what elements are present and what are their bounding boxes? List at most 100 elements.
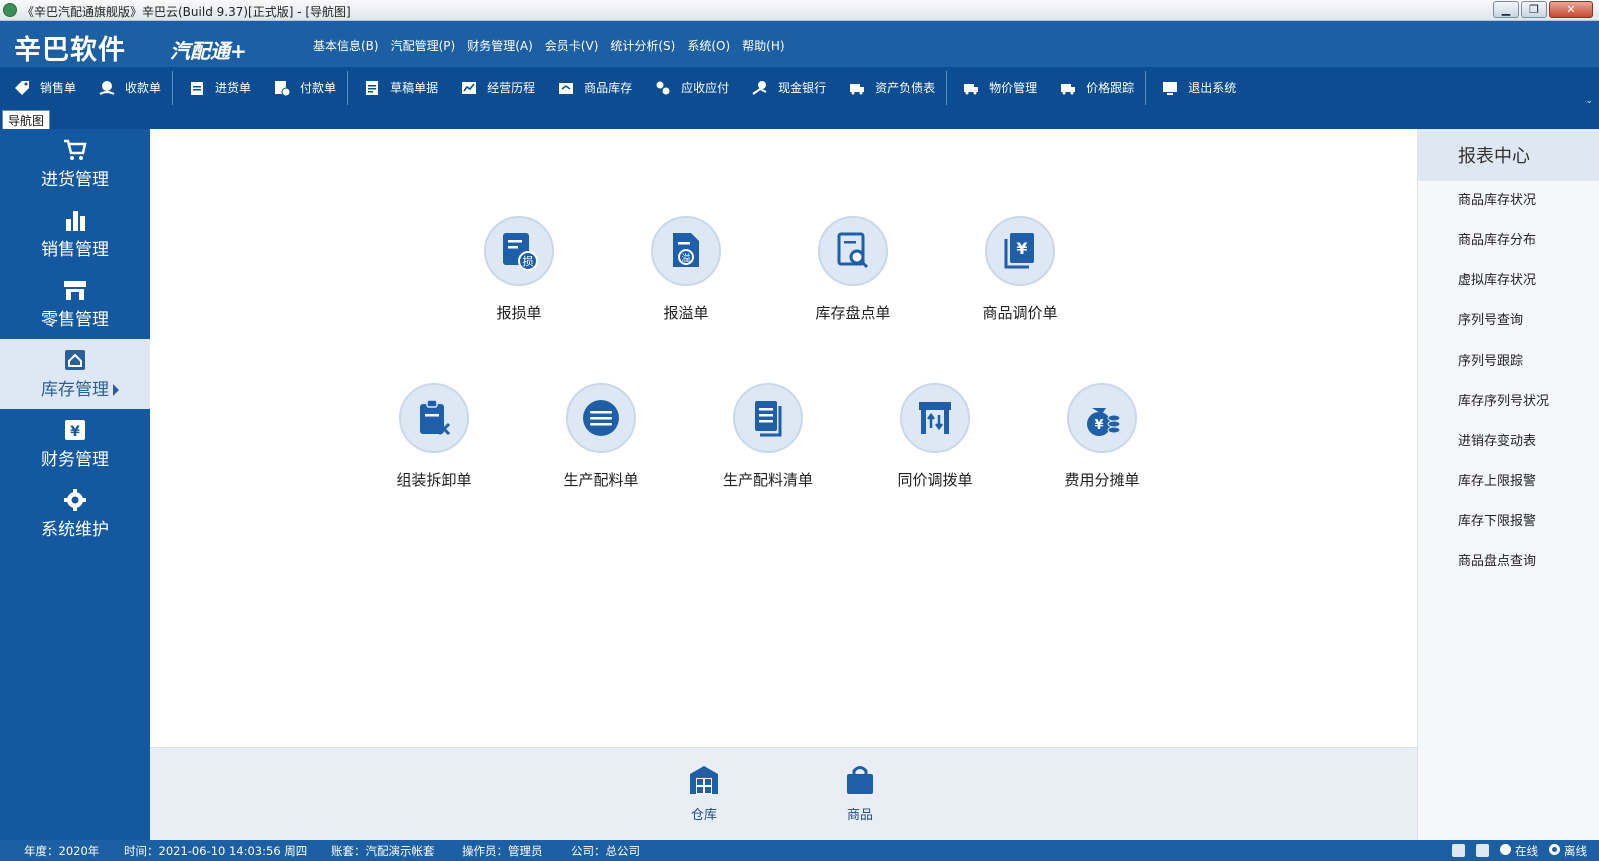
report-link[interactable]: 库存下限报警: [1458, 510, 1536, 529]
dock-warehouse[interactable]: 仓库: [674, 764, 734, 823]
production-material-icon: [566, 383, 636, 453]
dock-product[interactable]: 商品: [830, 764, 890, 823]
bar-chart-icon: [66, 210, 85, 231]
menu-system[interactable]: 系统(O): [687, 37, 730, 54]
toolbar-exit[interactable]: 退出系统: [1148, 67, 1245, 108]
report-link[interactable]: 序列号查询: [1458, 309, 1523, 328]
warehouse-icon: [690, 766, 718, 794]
online-radio-icon[interactable]: [1500, 844, 1511, 855]
monitor-icon: [1163, 81, 1178, 95]
report-link[interactable]: 商品库存状况: [1458, 189, 1536, 208]
toolbar-business-history[interactable]: 经营历程: [447, 67, 544, 108]
toolbar-inventory[interactable]: 商品库存: [544, 67, 641, 108]
func-production-list[interactable]: 生产配料清单: [703, 383, 833, 490]
svg-text:¥: ¥: [70, 424, 80, 440]
close-button[interactable]: ✕: [1549, 1, 1593, 18]
lock-icon[interactable]: [1476, 844, 1489, 857]
status-year: 年度：2020年: [24, 844, 100, 858]
toolbar-purchase-order[interactable]: 进货单: [175, 67, 260, 108]
func-loss-report[interactable]: 损 报损单: [454, 216, 584, 323]
sidebar-label: 系统维护: [41, 519, 109, 540]
status-online: 在线: [1515, 844, 1538, 858]
sidebar-item-inventory[interactable]: 库存管理: [0, 339, 150, 409]
toolbar-payment[interactable]: 付款单: [260, 67, 345, 108]
toolbar-separator: [946, 70, 948, 105]
menu-statistics[interactable]: 统计分析(S): [610, 37, 675, 54]
toolbar-cash-bank[interactable]: 现金银行: [738, 67, 835, 108]
sidebar-label: 销售管理: [41, 239, 109, 260]
money-bag-icon: ¥: [1067, 383, 1137, 453]
toolbar-receipt[interactable]: 收款单: [85, 67, 170, 108]
svg-text:溢: 溢: [681, 252, 690, 264]
toolbar-separator: [347, 70, 349, 105]
shopping-bag-icon: [847, 766, 873, 794]
func-label: 同价调拨单: [897, 471, 973, 489]
gear-icon: [64, 488, 86, 511]
toolbar-price-tracking[interactable]: 价格跟踪: [1046, 67, 1143, 108]
sidebar: 进货管理 销售管理 零售管理 库存管理 ¥ 财务管理 系统维护: [0, 129, 150, 840]
toolbar-overflow-icon[interactable]: ⌄: [1585, 96, 1593, 106]
sidebar-item-finance[interactable]: ¥ 财务管理: [0, 409, 150, 479]
menu-finance[interactable]: 财务管理(A): [467, 37, 533, 54]
report-link[interactable]: 虚拟库存状况: [1458, 269, 1536, 288]
clipboard-icon: [191, 81, 204, 95]
tab-strip: 导航图: [0, 108, 1599, 129]
func-production-material[interactable]: 生产配料单: [536, 383, 666, 490]
sidebar-item-retail[interactable]: 零售管理: [0, 269, 150, 339]
sidebar-label: 库存管理: [41, 379, 109, 400]
sidebar-item-purchase[interactable]: 进货管理: [0, 129, 150, 199]
func-stocktake[interactable]: 库存盘点单: [788, 216, 918, 323]
yuan-icon: ¥: [65, 419, 85, 440]
svg-text:¥: ¥: [1016, 239, 1027, 258]
report-link[interactable]: 库存序列号状况: [1458, 390, 1549, 409]
restore-button[interactable]: ❐: [1521, 1, 1547, 18]
toolbar-receivable-payable[interactable]: 应收应付: [641, 67, 738, 108]
status-company: 公司：总公司: [571, 844, 640, 858]
menu-help[interactable]: 帮助(H): [742, 37, 784, 54]
func-label: 生产配料单: [563, 471, 639, 489]
toolbar-label: 经营历程: [487, 81, 536, 95]
report-link[interactable]: 库存上限报警: [1458, 470, 1536, 489]
minimize-button[interactable]: ▁: [1493, 1, 1519, 18]
func-expense-allocation[interactable]: ¥ 费用分摊单: [1037, 383, 1167, 490]
report-center-panel: 报表中心 商品库存状况 商品库存分布 虚拟库存状况 序列号查询 序列号跟踪 库存…: [1417, 129, 1599, 840]
func-label: 费用分摊单: [1064, 471, 1140, 489]
tag-icon: [15, 80, 29, 95]
func-overflow-report[interactable]: 溢 报溢单: [621, 216, 751, 323]
func-assembly[interactable]: 组装拆卸单: [369, 383, 499, 490]
func-label: 库存盘点单: [815, 304, 891, 322]
title-bar: 《辛巴汽配通旗舰版》辛巴云(Build 9.37)[正式版] - [导航图] ▁…: [0, 0, 1599, 21]
cart-icon: [64, 139, 87, 160]
trend-chart-icon: [462, 81, 477, 94]
menu-parts-management[interactable]: 汽配管理(P): [391, 37, 456, 54]
func-price-adjust[interactable]: ¥ 商品调价单: [955, 216, 1085, 323]
func-label: 生产配料清单: [722, 471, 813, 489]
toolbar-label: 物价管理: [989, 81, 1038, 95]
func-label: 组装拆卸单: [396, 471, 472, 489]
offline-radio-icon[interactable]: [1549, 844, 1560, 855]
report-center-title: 报表中心: [1418, 129, 1599, 181]
printer-icon[interactable]: [1452, 844, 1465, 857]
toolbar-label: 收款单: [125, 81, 162, 95]
sidebar-item-sales[interactable]: 销售管理: [0, 199, 150, 269]
func-transfer[interactable]: 同价调拨单: [870, 383, 1000, 490]
tab-navigation-map[interactable]: 导航图: [2, 110, 50, 129]
price-truck-icon: [964, 83, 979, 94]
sidebar-label: 进货管理: [41, 169, 109, 190]
toolbar-separator: [1145, 70, 1147, 105]
toolbar-label: 应收应付: [681, 81, 730, 95]
logo: 辛巴软件: [14, 35, 126, 66]
report-link[interactable]: 进销存变动表: [1458, 430, 1536, 449]
menu-member-card[interactable]: 会员卡(V): [545, 37, 599, 54]
toolbar-sales-order[interactable]: 销售单: [0, 67, 85, 108]
report-link[interactable]: 商品库存分布: [1458, 229, 1536, 248]
toolbar: 销售单 收款单 进货单 付款单 草稿单据 经营历程 商品库存 应收应付 现金银行…: [0, 67, 1599, 108]
toolbar-balance-sheet[interactable]: 资产负债表: [835, 67, 944, 108]
report-link[interactable]: 商品盘点查询: [1458, 550, 1536, 569]
report-link[interactable]: 序列号跟踪: [1458, 350, 1523, 369]
toolbar-price-management[interactable]: 物价管理: [949, 67, 1046, 108]
svg-text:¥: ¥: [1094, 418, 1103, 433]
sidebar-item-system[interactable]: 系统维护: [0, 479, 150, 549]
menu-basic-info[interactable]: 基本信息(B): [313, 37, 379, 54]
toolbar-drafts[interactable]: 草稿单据: [350, 67, 447, 108]
